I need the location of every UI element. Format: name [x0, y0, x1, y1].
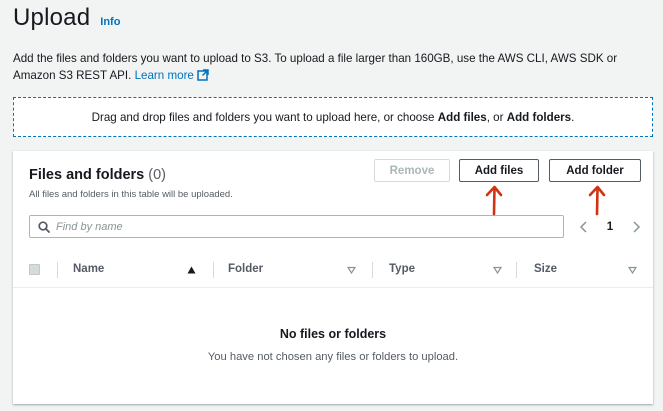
file-count: (0) — [148, 167, 166, 183]
dropzone-suffix: . — [571, 110, 575, 124]
column-divider — [516, 262, 517, 278]
page-header: Upload Info — [13, 4, 120, 32]
pagination: 1 — [579, 217, 641, 237]
sort-icon[interactable] — [628, 266, 637, 274]
search-box[interactable] — [29, 215, 564, 238]
column-header-name[interactable]: Name — [73, 263, 104, 275]
dropzone-text: Drag and drop files and folders you want… — [92, 111, 575, 124]
remove-button[interactable]: Remove — [374, 159, 450, 182]
annotation-arrow-icon — [588, 185, 606, 216]
add-files-button[interactable]: Add files — [459, 159, 539, 182]
sort-icon[interactable] — [347, 266, 356, 274]
search-input[interactable] — [56, 220, 563, 233]
column-header-folder[interactable]: Folder — [228, 263, 263, 275]
sort-icon[interactable] — [493, 266, 502, 274]
info-link[interactable]: Info — [100, 16, 120, 28]
dropzone-prefix: Drag and drop files and folders you want… — [91, 110, 435, 124]
page-number[interactable]: 1 — [607, 221, 613, 233]
description-text: Add the files and folders you want to up… — [13, 52, 618, 82]
dropzone-add-files-text: Add files — [437, 110, 487, 124]
chevron-left-icon[interactable] — [579, 221, 589, 233]
search-icon — [38, 220, 50, 233]
dropzone-separator: , or — [486, 110, 504, 124]
annotation-arrow-icon — [485, 185, 503, 216]
page-title: Upload — [13, 4, 91, 31]
dropzone-add-folders-text: Add folders — [506, 110, 572, 124]
column-divider — [57, 262, 58, 278]
panel-subtitle: All files and folders in this table will… — [29, 189, 233, 200]
panel-title: Files and folders (0) — [29, 167, 166, 183]
learn-more-label: Learn more — [134, 69, 194, 82]
column-divider — [372, 262, 373, 278]
files-and-folders-panel: Files and folders (0) All files and fold… — [13, 151, 653, 404]
column-header-type[interactable]: Type — [389, 263, 415, 275]
chevron-right-icon[interactable] — [631, 221, 641, 233]
external-link-icon — [197, 69, 209, 81]
empty-state-message: You have not chosen any files or folders… — [207, 351, 459, 363]
learn-more-link[interactable]: Learn more — [135, 69, 209, 82]
table-header: Name Folder Type Size — [13, 253, 653, 288]
add-folder-button[interactable]: Add folder — [549, 159, 641, 182]
sort-ascending-icon[interactable] — [187, 266, 196, 274]
upload-dropzone[interactable]: Drag and drop files and folders you want… — [13, 97, 653, 137]
select-all-checkbox[interactable] — [29, 264, 40, 275]
empty-state-title: No files or folders — [279, 327, 387, 341]
panel-title-text: Files and folders — [29, 167, 145, 183]
page-description: Add the files and folders you want to up… — [13, 50, 653, 84]
column-divider — [213, 262, 214, 278]
column-header-size[interactable]: Size — [534, 263, 557, 275]
